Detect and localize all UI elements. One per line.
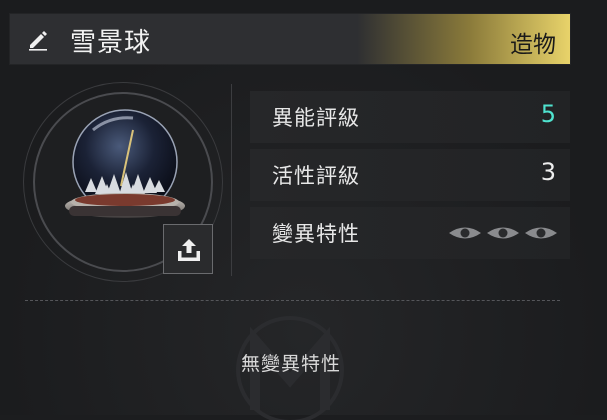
item-type-label: 造物 <box>510 32 556 58</box>
stat-row-activity-rank: 活性評級 3 <box>250 149 570 201</box>
stat-row-mutation-traits: 變異特性 <box>250 207 570 259</box>
stat-label: 異能評級 <box>272 106 360 130</box>
eye-icon <box>487 227 519 239</box>
stat-value: 3 <box>540 158 556 186</box>
item-title: 雪景球 <box>70 28 152 58</box>
upload-icon <box>178 239 200 261</box>
stat-row-ability-rank: 異能評級 5 <box>250 91 570 143</box>
mutation-slots <box>448 224 558 242</box>
snow-globe-image <box>65 109 185 218</box>
eye-icon <box>449 227 481 239</box>
share-button[interactable] <box>163 224 213 274</box>
pencil-icon[interactable] <box>26 27 50 51</box>
stat-value: 5 <box>540 100 556 128</box>
item-detail-panel: 雪景球 造物 異能評級 5 活性評級 3 變異特性 無變異特性 <box>0 0 607 420</box>
eye-icon <box>525 227 557 239</box>
divider-vertical <box>231 84 232 276</box>
item-header: 雪景球 造物 <box>10 14 570 64</box>
stat-label: 變異特性 <box>272 222 360 246</box>
divider-dashed <box>25 300 560 301</box>
stat-label: 活性評級 <box>272 164 360 188</box>
no-mutation-text: 無變異特性 <box>240 353 341 375</box>
